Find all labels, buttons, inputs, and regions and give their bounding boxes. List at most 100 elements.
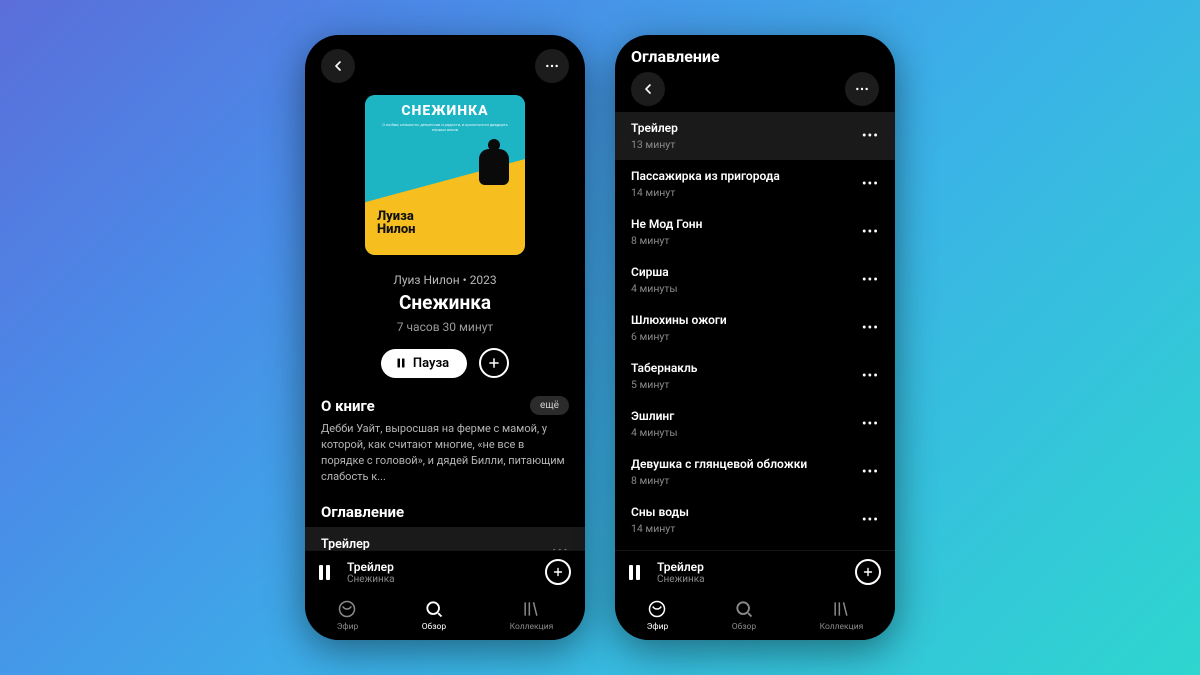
toc-scroll[interactable]: Трейлер13 минут•••Пассажирка из пригород… <box>615 112 895 550</box>
chapter-duration: 6 минут <box>631 330 727 343</box>
search-icon <box>734 599 754 619</box>
chapter-row[interactable]: Трейлер 13 минут ••• <box>615 112 895 160</box>
tab-collection[interactable]: Коллекция <box>510 599 554 632</box>
chapter-name: Эшлинг <box>631 409 678 423</box>
chapter-more-button[interactable]: ••• <box>862 512 879 528</box>
chapter-row[interactable]: Девушка с глянцевой обложки 8 минут ••• <box>615 448 895 496</box>
chapter-row[interactable]: Не Мод Гонн 8 минут ••• <box>615 208 895 256</box>
toc-heading: Оглавление <box>321 503 404 521</box>
chapter-more-button[interactable]: ••• <box>862 368 879 384</box>
book-cover[interactable]: СНЕЖИНКА О любви, нежности, депрессии и … <box>365 95 525 255</box>
author-year: Луиз Нилон • 2023 <box>305 273 585 287</box>
search-icon <box>424 599 444 619</box>
tab-collection[interactable]: Коллекция <box>820 599 864 632</box>
library-icon <box>831 599 851 619</box>
chapter-duration: 13 минут <box>631 138 678 151</box>
mini-pause-button[interactable] <box>629 565 647 580</box>
chapter-more-button[interactable]: ••• <box>862 416 879 432</box>
now-playing-bar[interactable]: Трейлер Снежинка <box>305 550 585 593</box>
tab-label: Коллекция <box>820 622 864 632</box>
pause-button[interactable]: Пауза <box>381 349 467 378</box>
chapter-name: Трейлер <box>631 121 678 135</box>
cover-subtitle: О любви, нежности, депрессии и радости, … <box>375 123 515 133</box>
chapter-name: Пассажирка из пригорода <box>631 169 780 183</box>
cover-author: Луиза Нилон <box>377 210 415 237</box>
chapter-row[interactable]: Пассажирка из пригорода 14 минут ••• <box>615 160 895 208</box>
plus-icon <box>552 566 564 578</box>
chapter-row[interactable]: Табернакль 5 минут ••• <box>615 352 895 400</box>
book-title: Снежинка <box>305 291 585 314</box>
tab-review[interactable]: Обзор <box>732 599 757 632</box>
arrow-left-icon <box>330 58 346 74</box>
chapter-more-button[interactable]: ••• <box>862 464 879 480</box>
chapter-row[interactable]: Сирша4 минуты••• <box>615 256 895 304</box>
tab-broadcast[interactable]: Эфир <box>647 599 669 632</box>
back-button[interactable] <box>631 72 665 106</box>
tab-label: Эфир <box>337 622 359 632</box>
chapter-name: Шлюхины ожоги <box>631 313 727 327</box>
plus-icon <box>862 566 874 578</box>
pause-icon <box>395 357 407 369</box>
mini-add-button[interactable] <box>855 559 881 585</box>
add-button[interactable] <box>479 348 509 378</box>
bottom-tabs: Эфир Обзор Коллекция <box>305 593 585 640</box>
now-playing-subtitle: Снежинка <box>347 574 535 585</box>
phone-book-detail: СНЕЖИНКА О любви, нежности, депрессии и … <box>305 35 585 640</box>
screen-title-row: Оглавление <box>615 35 895 66</box>
top-bar <box>615 66 895 114</box>
about-heading: О книге <box>321 397 375 415</box>
chapter-more-button[interactable]: ••• <box>862 224 879 240</box>
screen-title: Оглавление <box>631 47 879 66</box>
toc-section-header: Оглавление <box>305 485 585 527</box>
library-icon <box>521 599 541 619</box>
chapter-more-button[interactable]: ••• <box>862 128 879 144</box>
chapter-name: Трейлер <box>321 537 370 550</box>
now-playing-title: Трейлер <box>657 560 845 574</box>
tab-label: Эфир <box>647 622 669 632</box>
back-button[interactable] <box>321 49 355 83</box>
broadcast-icon <box>647 599 667 619</box>
more-button[interactable] <box>535 49 569 83</box>
bottom-tabs: Эфир Обзор Коллекция <box>615 593 895 640</box>
tab-label: Обзор <box>732 622 757 632</box>
pause-label: Пауза <box>413 356 449 371</box>
more-button[interactable] <box>845 72 879 106</box>
chapter-more-button[interactable]: ••• <box>862 320 879 336</box>
chapter-name: Сирша <box>631 265 678 279</box>
tab-label: Коллекция <box>510 622 554 632</box>
chapter-row[interactable]: Эшлинг4 минуты••• <box>615 400 895 448</box>
tab-label: Обзор <box>422 622 447 632</box>
more-link[interactable]: ещё <box>530 396 569 415</box>
mini-pause-button[interactable] <box>319 565 337 580</box>
now-playing-bar[interactable]: Трейлер Снежинка <box>615 550 895 593</box>
chapter-name: Табернакль <box>631 361 697 375</box>
chapter-more-button[interactable]: ••• <box>862 176 879 192</box>
arrow-left-icon <box>640 81 656 97</box>
chapter-row[interactable]: Шлюхины ожоги 6 минут ••• <box>615 304 895 352</box>
player-controls: Пауза <box>305 348 585 378</box>
now-playing-subtitle: Снежинка <box>657 574 845 585</box>
top-bar <box>305 35 585 91</box>
chapter-row[interactable]: Трейлер 13 минут ••• <box>305 527 585 550</box>
book-duration: 7 часов 30 минут <box>305 320 585 334</box>
chapter-name: Девушка с глянцевой обложки <box>631 457 807 471</box>
more-horizontal-icon <box>544 58 560 74</box>
chapter-duration: 14 минут <box>631 186 780 199</box>
chapter-duration: 8 минут <box>631 474 807 487</box>
about-text: Дебби Уайт, выросшая на ферме с мамой, у… <box>305 421 585 485</box>
chapter-name: Не Мод Гонн <box>631 217 702 231</box>
chapter-duration: 8 минут <box>631 234 702 247</box>
tab-review[interactable]: Обзор <box>422 599 447 632</box>
plus-icon <box>487 356 501 370</box>
chapter-duration: 5 минут <box>631 378 697 391</box>
chapter-more-button[interactable]: ••• <box>862 272 879 288</box>
phone-toc: Оглавление Трейлер13 минут•••Пассажирка … <box>615 35 895 640</box>
now-playing-text: Трейлер Снежинка <box>657 560 845 585</box>
detail-scroll[interactable]: СНЕЖИНКА О любви, нежности, депрессии и … <box>305 91 585 550</box>
tab-broadcast[interactable]: Эфир <box>337 599 359 632</box>
chapter-name: Сны воды <box>631 505 689 519</box>
cover-title: СНЕЖИНКА <box>365 103 525 119</box>
about-section-header: О книге ещё <box>305 378 585 421</box>
mini-add-button[interactable] <box>545 559 571 585</box>
chapter-row[interactable]: Сны воды14 минут••• <box>615 496 895 544</box>
